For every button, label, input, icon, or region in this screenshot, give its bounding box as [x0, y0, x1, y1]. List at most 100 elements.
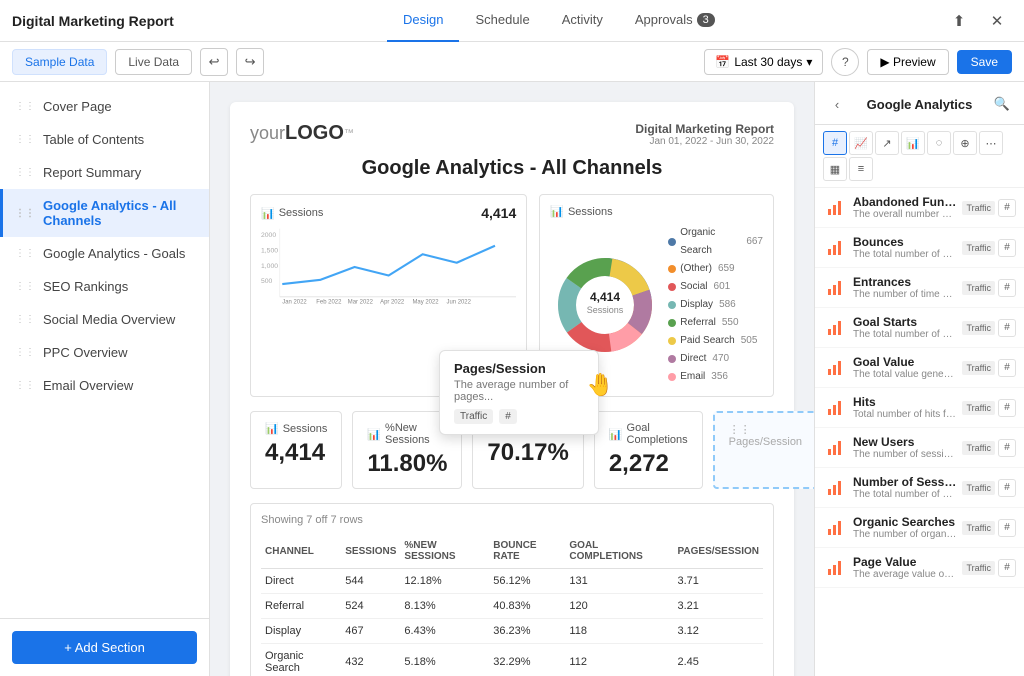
- icon-type-plus[interactable]: ⊕: [953, 131, 977, 155]
- sidebar-item-ga-goals[interactable]: ⋮⋮ Google Analytics - Goals: [0, 237, 209, 270]
- tab-activity[interactable]: Activity: [546, 0, 619, 42]
- metric-item-actions: Traffic #: [962, 439, 1016, 457]
- line-chart-label: 📊 Sessions 4,414: [261, 205, 516, 221]
- redo-button[interactable]: ↪: [236, 48, 264, 76]
- sidebar-item-ga-all[interactable]: ⋮⋮ Google Analytics - All Channels: [0, 189, 209, 237]
- drag-icon: ⋮⋮: [15, 347, 35, 358]
- table-cell: 131: [565, 569, 673, 594]
- donut-legend: Organic Search 667 (Other) 659 Social 60…: [668, 224, 763, 386]
- metric-item-desc: Total number of hits for this...: [853, 409, 956, 420]
- table-cell: 8.13%: [400, 594, 489, 619]
- metric-new-sessions-value: 11.80%: [367, 450, 447, 478]
- metric-sessions: 📊 Sessions 4,414: [250, 411, 342, 489]
- metric-list-item[interactable]: Bounces The total number of single... Tr…: [815, 228, 1024, 268]
- icon-type-line[interactable]: 📈: [849, 131, 873, 155]
- sidebar-item-label: PPC Overview: [43, 345, 128, 360]
- sidebar-item-label: SEO Rankings: [43, 279, 128, 294]
- metric-list-item[interactable]: Goal Value The total value generated Tra…: [815, 348, 1024, 388]
- col-goals: GOAL COMPLETIONS: [565, 534, 673, 569]
- panel-search-button[interactable]: 🔍: [990, 92, 1014, 116]
- metric-add-button[interactable]: #: [998, 399, 1016, 417]
- metric-list-item[interactable]: Entrances The number of time visitors...…: [815, 268, 1024, 308]
- metric-add-button[interactable]: #: [998, 519, 1016, 537]
- icon-type-detail[interactable]: ≡: [849, 157, 873, 181]
- toolbar: Sample Data Live Data ↩ ↪ 📅 Last 30 days…: [0, 42, 1024, 82]
- date-range-button[interactable]: 📅 Last 30 days ▾: [704, 49, 823, 75]
- metric-list-item[interactable]: New Users The number of sessions m... Tr…: [815, 428, 1024, 468]
- icon-type-arrow[interactable]: ↗: [875, 131, 899, 155]
- panel-back-button[interactable]: ‹: [825, 92, 849, 116]
- metric-tag: Traffic: [962, 281, 995, 295]
- metric-add-button[interactable]: #: [998, 479, 1016, 497]
- icon-type-table[interactable]: ▦: [823, 157, 847, 181]
- svg-text:1,000: 1,000: [261, 263, 278, 270]
- sidebar-item-social[interactable]: ⋮⋮ Social Media Overview: [0, 303, 209, 336]
- metric-item-desc: The overall number of times...: [853, 209, 956, 220]
- tab-approvals[interactable]: Approvals 3: [619, 0, 731, 42]
- sidebar-item-summary[interactable]: ⋮⋮ Report Summary: [0, 156, 209, 189]
- tab-design[interactable]: Design: [387, 0, 459, 42]
- metric-pages-session: ⋮⋮ Pages/Session: [713, 411, 814, 489]
- sidebar-item-email[interactable]: ⋮⋮ Email Overview: [0, 369, 209, 402]
- metric-goal-label: 📊 Goal Completions: [609, 422, 688, 446]
- metric-item-icon: [823, 356, 847, 380]
- metric-item-info: Bounces The total number of single...: [853, 235, 956, 260]
- sidebar-item-seo[interactable]: ⋮⋮ SEO Rankings: [0, 270, 209, 303]
- table-cell: 467: [341, 619, 400, 644]
- metric-item-desc: The total value generated: [853, 369, 956, 380]
- table-cell: 56.12%: [489, 569, 565, 594]
- add-section-button[interactable]: + Add Section: [12, 631, 197, 664]
- metric-list-item[interactable]: Hits Total number of hits for this... Tr…: [815, 388, 1024, 428]
- drag-icon: ⋮⋮: [15, 380, 35, 391]
- sidebar-item-ppc[interactable]: ⋮⋮ PPC Overview: [0, 336, 209, 369]
- metric-item-name: Goal Starts: [853, 315, 956, 329]
- col-bounce: BOUNCE RATE: [489, 534, 565, 569]
- icon-type-hash[interactable]: #: [823, 131, 847, 155]
- metric-list-item[interactable]: Abandoned Funnels The overall number of …: [815, 188, 1024, 228]
- sidebar-item-cover[interactable]: ⋮⋮ Cover Page: [0, 90, 209, 123]
- metric-add-button[interactable]: #: [998, 199, 1016, 217]
- metric-list-item[interactable]: Organic Searches The number of organic s…: [815, 508, 1024, 548]
- metric-add-button[interactable]: #: [998, 559, 1016, 577]
- preview-button[interactable]: ▶ Preview: [867, 49, 948, 75]
- undo-button[interactable]: ↩: [200, 48, 228, 76]
- metric-add-button[interactable]: #: [998, 439, 1016, 457]
- help-button[interactable]: ?: [831, 48, 859, 76]
- svg-text:Feb 2022: Feb 2022: [316, 300, 341, 306]
- metric-item-actions: Traffic #: [962, 239, 1016, 257]
- metric-add-button[interactable]: #: [998, 359, 1016, 377]
- save-button[interactable]: Save: [957, 50, 1012, 74]
- logo-your: your: [250, 123, 285, 144]
- share-button[interactable]: ⬆: [944, 6, 974, 36]
- metric-list-item[interactable]: Number of Sessions p... The total number…: [815, 468, 1024, 508]
- metric-item-icon: [823, 516, 847, 540]
- svg-text:Jan 2022: Jan 2022: [282, 300, 306, 306]
- sidebar-item-toc[interactable]: ⋮⋮ Table of Contents: [0, 123, 209, 156]
- icon-type-bar[interactable]: 📊: [901, 131, 925, 155]
- metric-item-info: Abandoned Funnels The overall number of …: [853, 195, 956, 220]
- svg-text:Sessions: Sessions: [587, 305, 624, 315]
- metric-add-button[interactable]: #: [998, 279, 1016, 297]
- table-cell: 3.71: [673, 569, 763, 594]
- sidebar-item-label: Google Analytics - Goals: [43, 246, 185, 261]
- metric-item-actions: Traffic #: [962, 399, 1016, 417]
- metric-list-item[interactable]: Page Value The average value of this pag…: [815, 548, 1024, 588]
- close-button[interactable]: ✕: [982, 6, 1012, 36]
- icon-type-more[interactable]: ⋯: [979, 131, 1003, 155]
- svg-text:May 2022: May 2022: [412, 300, 438, 306]
- tab-schedule[interactable]: Schedule: [459, 0, 545, 42]
- metric-tag: Traffic: [962, 241, 995, 255]
- sidebar-item-label: Google Analytics - All Channels: [43, 198, 197, 228]
- metric-add-button[interactable]: #: [998, 239, 1016, 257]
- sample-data-button[interactable]: Sample Data: [12, 49, 107, 75]
- metric-sessions-value: 4,414: [265, 439, 327, 467]
- icon-type-pie[interactable]: ◌: [927, 131, 951, 155]
- metric-list-item[interactable]: Goal Starts The total number of starts f…: [815, 308, 1024, 348]
- metric-item-desc: The total number of single...: [853, 249, 956, 260]
- metric-add-button[interactable]: #: [998, 319, 1016, 337]
- svg-text:4,414: 4,414: [590, 290, 620, 304]
- table-cell: 40.83%: [489, 594, 565, 619]
- top-actions: ⬆ ✕: [944, 6, 1012, 36]
- metric-item-desc: The number of organic search...: [853, 529, 956, 540]
- live-data-button[interactable]: Live Data: [115, 49, 192, 75]
